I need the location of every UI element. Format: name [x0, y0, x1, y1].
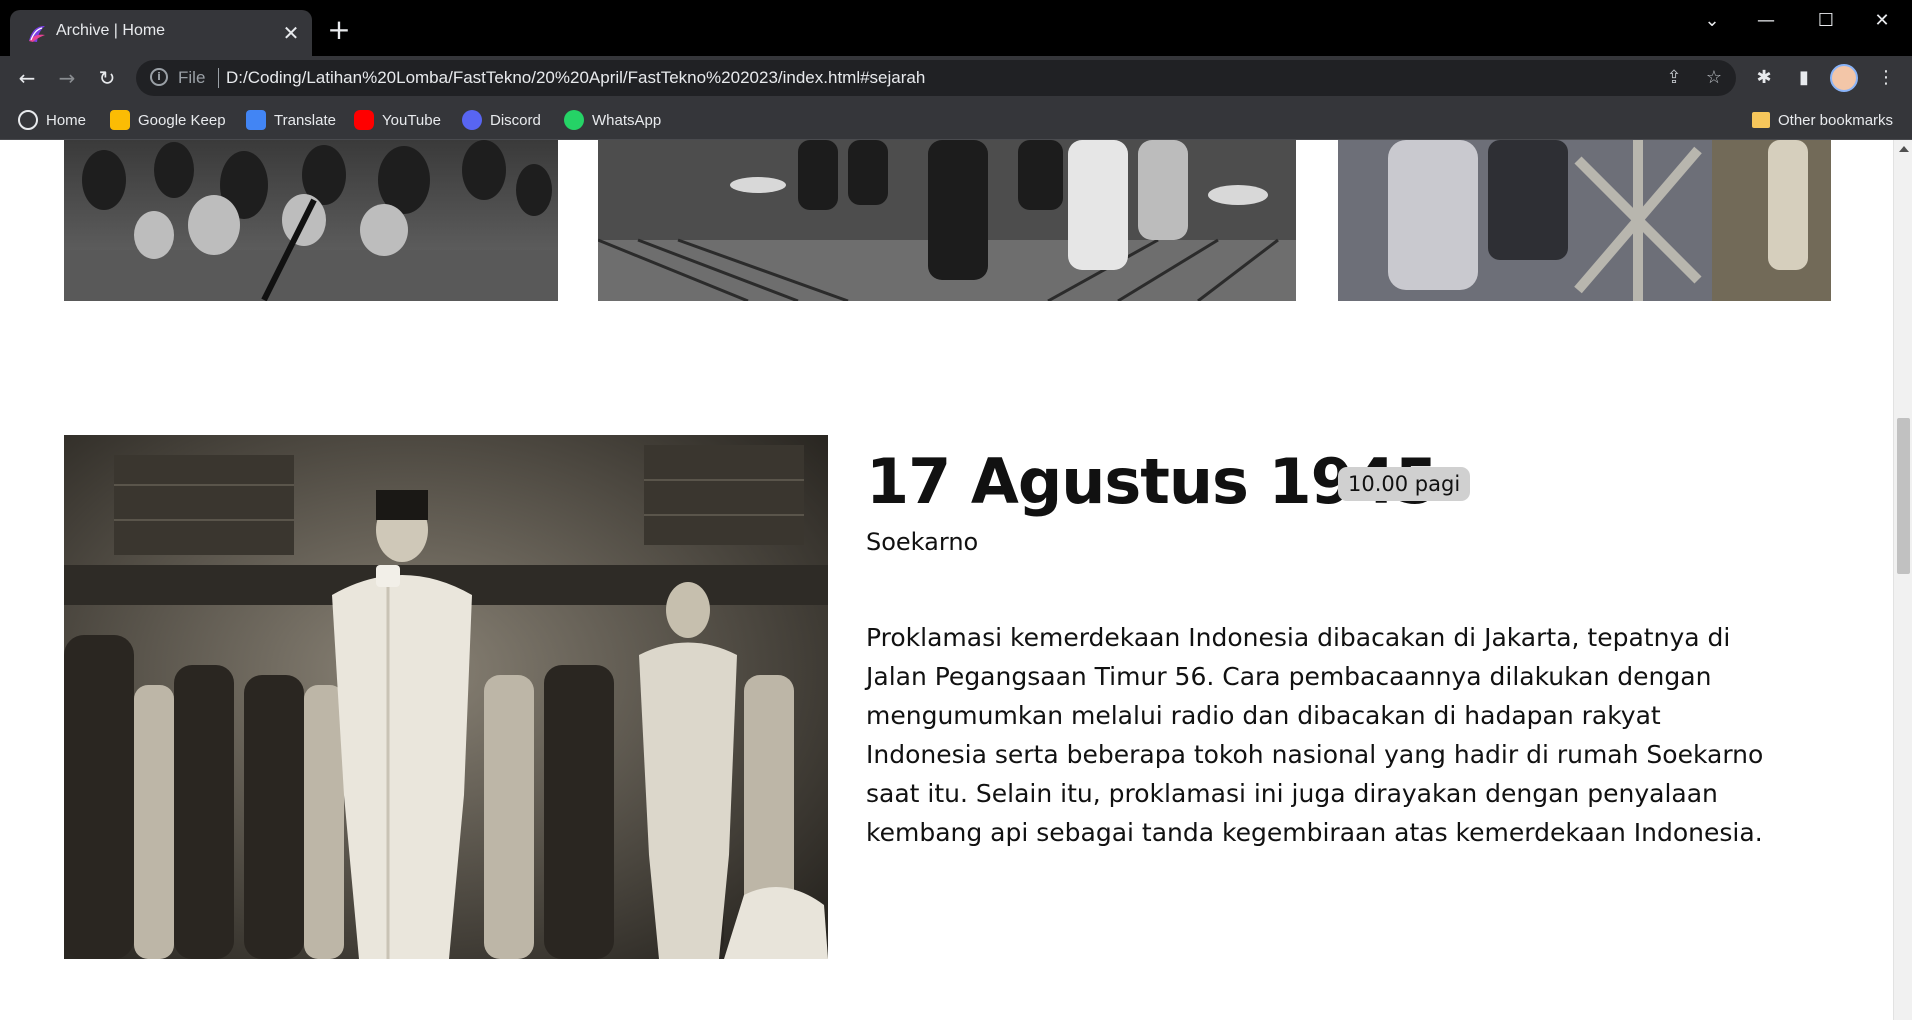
minimize-button[interactable]: —	[1746, 6, 1786, 36]
discord-icon	[462, 110, 482, 130]
bookmark-home[interactable]: Home	[18, 108, 86, 132]
bookmark-discord[interactable]: Discord	[462, 108, 541, 132]
youtube-icon	[354, 110, 374, 130]
bookmark-youtube[interactable]: YouTube	[354, 108, 441, 132]
folder-icon	[1752, 112, 1770, 128]
bookmarks-bar: Home Google Keep Translate YouTube Disco…	[0, 100, 1912, 140]
whatsapp-icon	[564, 110, 584, 130]
address-separator	[218, 68, 219, 88]
page-viewport: 17 Agustus 1945 10.00 pagi Soekarno Prok…	[0, 140, 1893, 1020]
history-photo-prisoners	[64, 140, 558, 301]
site-info-icon[interactable]: i	[150, 68, 168, 86]
browser-tab[interactable]: Archive | Home ✕	[10, 10, 312, 56]
bookmark-label: Google Keep	[138, 111, 226, 129]
tab-title: Archive | Home	[56, 22, 166, 39]
address-bar[interactable]: i File D:/Coding/Latihan%20Lomba/FastTek…	[136, 60, 1736, 96]
translate-icon	[246, 110, 266, 130]
extensions-puzzle-icon[interactable]: ✱	[1750, 64, 1778, 92]
scroll-up-arrow-icon[interactable]	[1899, 146, 1909, 152]
forward-button[interactable]: →	[52, 63, 82, 93]
proclamation-photo	[64, 435, 828, 959]
tab-search-chevron-icon[interactable]: ⌄	[1692, 6, 1732, 36]
back-button[interactable]: ←	[12, 63, 42, 93]
share-icon[interactable]: ⇪	[1662, 66, 1686, 90]
page-scrollbar[interactable]	[1893, 140, 1912, 1020]
bookmark-label: WhatsApp	[592, 111, 662, 129]
close-window-button[interactable]: ✕	[1862, 6, 1902, 36]
new-tab-button[interactable]: +	[324, 16, 354, 46]
menu-kebab-icon[interactable]: ⋮	[1872, 64, 1900, 92]
bookmark-star-icon[interactable]: ☆	[1702, 66, 1726, 90]
scroll-thumb[interactable]	[1897, 418, 1910, 574]
history-photo-collage	[1338, 140, 1831, 301]
maximize-button[interactable]: ☐	[1806, 6, 1846, 36]
bookmark-label: YouTube	[382, 111, 441, 129]
bookmark-whatsapp[interactable]: WhatsApp	[564, 108, 661, 132]
side-panel-icon[interactable]: ▮	[1790, 64, 1818, 92]
tab-strip: Archive | Home ✕ + ⌄ — ☐ ✕	[0, 0, 1912, 56]
globe-icon	[18, 110, 38, 130]
section-paragraph: Proklamasi kemerdekaan Indonesia dibacak…	[866, 623, 1764, 847]
history-photo-meeting	[598, 140, 1296, 301]
browser-toolbar: ← → ↻ i File D:/Coding/Latihan%20Lomba/F…	[0, 56, 1912, 100]
time-badge: 10.00 pagi	[1338, 467, 1471, 501]
bookmark-label: Translate	[274, 111, 336, 129]
bookmark-label: Discord	[490, 111, 541, 129]
other-bookmarks-label: Other bookmarks	[1778, 111, 1894, 129]
keep-icon	[110, 110, 130, 130]
site-favicon-icon	[29, 26, 45, 42]
bookmark-google-keep[interactable]: Google Keep	[110, 108, 226, 132]
tab-close-icon[interactable]: ✕	[280, 22, 302, 44]
bookmark-translate[interactable]: Translate	[246, 108, 336, 132]
bookmark-label: Home	[46, 111, 87, 129]
scheme-label: File	[178, 68, 206, 87]
section-subtitle: Soekarno	[866, 528, 979, 556]
profile-avatar[interactable]	[1830, 64, 1858, 92]
address-url[interactable]: D:/Coding/Latihan%20Lomba/FastTekno/20%2…	[226, 68, 925, 88]
reload-button[interactable]: ↻	[92, 63, 122, 93]
other-bookmarks[interactable]: Other bookmarks	[1752, 108, 1893, 132]
